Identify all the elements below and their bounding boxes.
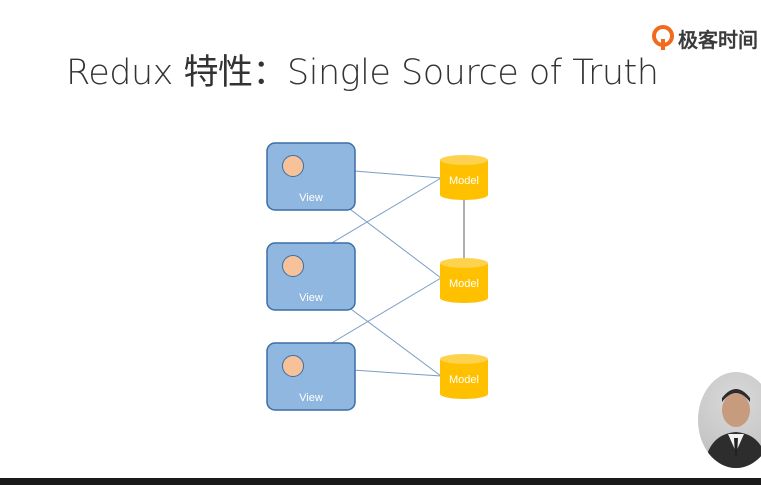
view-circle-icon	[282, 355, 304, 377]
view-box: View	[266, 342, 356, 411]
slide: Redux 特性：Single Source of Truth 极客时间 Vie…	[0, 0, 761, 485]
view-box: View	[266, 142, 356, 211]
view-label: View	[299, 392, 323, 404]
model-label: Model	[449, 175, 479, 187]
view-circle-icon	[282, 255, 304, 277]
view-label: View	[299, 192, 323, 204]
model-database-icon: Model	[440, 258, 488, 303]
model-database-icon: Model	[440, 155, 488, 200]
model-label: Model	[449, 374, 479, 386]
view-circle-icon	[282, 155, 304, 177]
model-database-icon: Model	[440, 354, 488, 399]
redux-diagram: View View View Model Model Model	[266, 142, 488, 411]
video-bottom-bar	[0, 478, 761, 485]
view-label: View	[299, 292, 323, 304]
model-label: Model	[449, 278, 479, 290]
view-box: View	[266, 242, 356, 311]
